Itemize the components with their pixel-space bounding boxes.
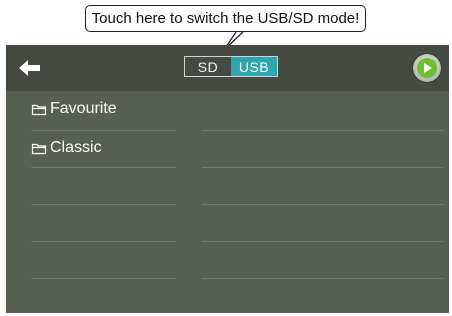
folder-icon (31, 143, 47, 155)
folder-name: Favourite (50, 100, 117, 117)
folder-name: Classic (50, 139, 102, 156)
folder-item-classic[interactable]: Classic (31, 136, 102, 160)
list-divider-lines (31, 130, 444, 279)
device-screen: SD USB Favourite Classic (6, 45, 449, 313)
folder-item-favourite[interactable]: Favourite (31, 97, 117, 121)
folder-icon (31, 104, 47, 116)
